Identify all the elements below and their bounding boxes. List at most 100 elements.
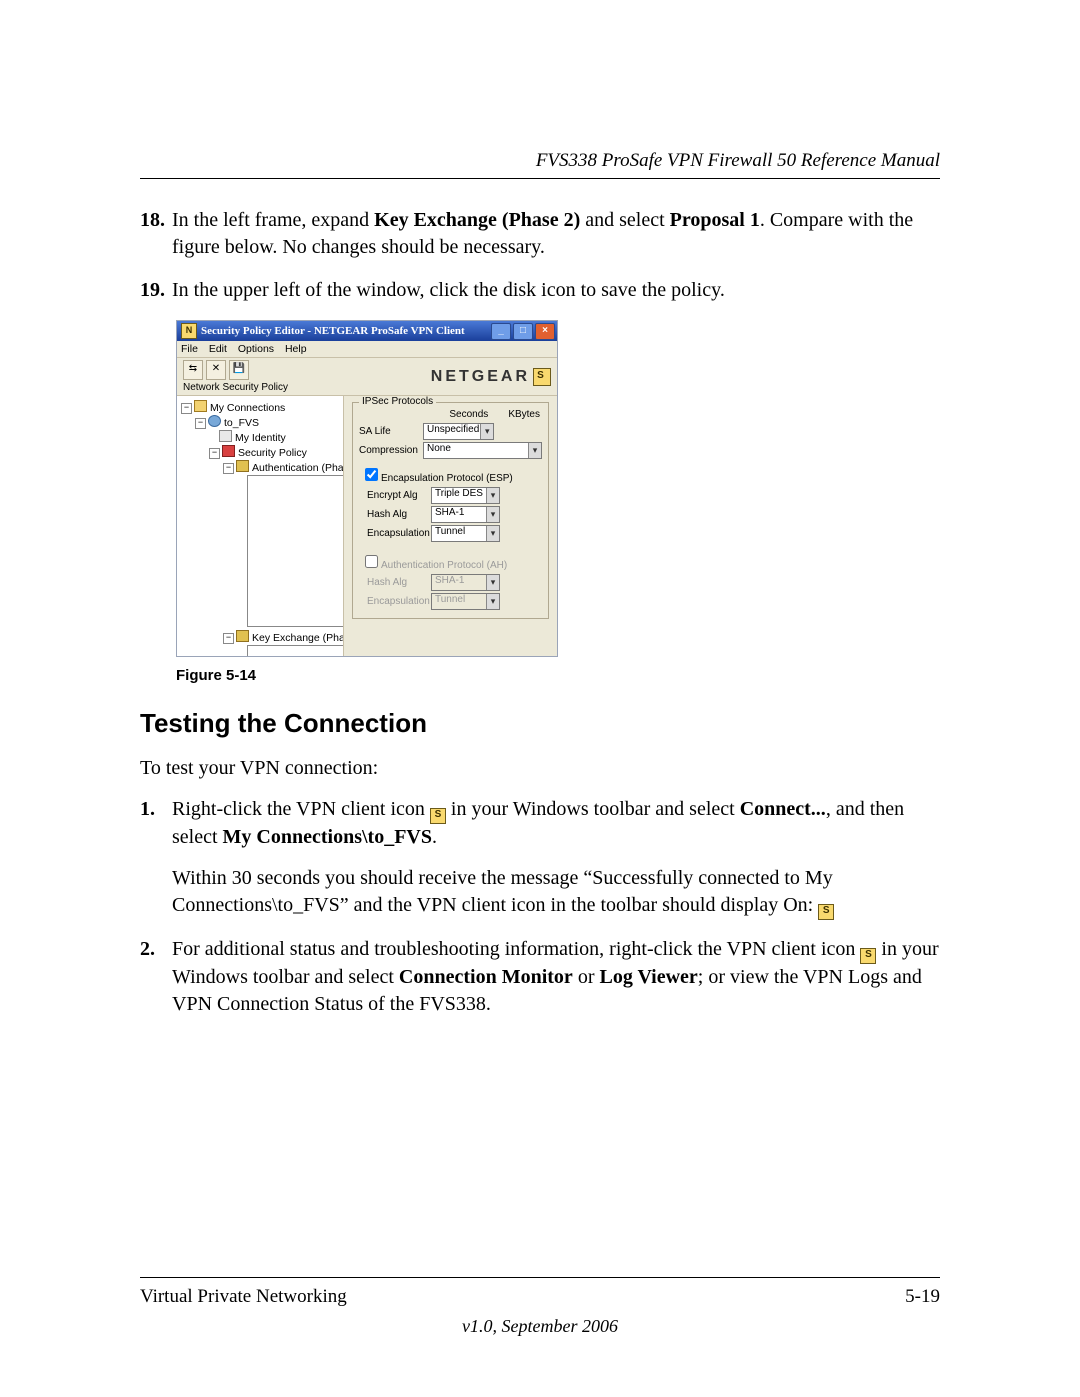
esp-check-label: Encapsulation Protocol (ESP) <box>381 473 513 484</box>
bold-text: Key Exchange (Phase 2) <box>374 209 580 231</box>
step-number: 2. <box>140 936 172 1018</box>
esp-checkbox[interactable] <box>365 468 378 481</box>
vpn-client-icon: S <box>430 808 446 824</box>
step-number: 18. <box>140 207 172 261</box>
toolbar-row: ⇆ ✕ 💾 Network Security Policy NETGEAR S <box>177 358 557 396</box>
footer-version: v1.0, September 2006 <box>140 1316 940 1337</box>
ah-hash-alg-label: Hash Alg <box>367 577 427 588</box>
vpn-client-icon: S <box>860 948 876 964</box>
text: Right-click the VPN client icon <box>172 798 430 820</box>
menubar: File Edit Options Help <box>177 341 557 358</box>
ah-encapsulation-select: Tunnel <box>431 593 500 610</box>
bold-text: Proposal 1 <box>670 209 760 231</box>
footer-chapter: Virtual Private Networking <box>140 1286 347 1308</box>
screenshot-window: N Security Policy Editor - NETGEAR ProSa… <box>176 320 558 657</box>
page-icon <box>247 645 344 656</box>
encrypt-alg-select[interactable]: Triple DES <box>431 487 500 504</box>
lock-icon <box>222 445 235 457</box>
handshake-icon <box>236 460 249 472</box>
ah-checkbox[interactable] <box>365 555 378 568</box>
app-icon: N <box>181 323 197 339</box>
toolbar-save-button[interactable]: 💾 <box>229 360 249 380</box>
section-heading: Testing the Connection <box>140 708 940 739</box>
tree-my-identity[interactable]: My Identity <box>235 432 286 444</box>
globe-icon <box>208 415 221 427</box>
expander-icon[interactable]: − <box>181 403 192 414</box>
text: in your Windows toolbar and select <box>446 798 740 820</box>
ah-hash-alg-select: SHA-1 <box>431 574 500 591</box>
bold-text: Connection Monitor <box>399 966 573 988</box>
compression-select[interactable]: None <box>423 442 542 459</box>
window-title: Security Policy Editor - NETGEAR ProSafe… <box>201 325 465 337</box>
ipsec-protocols-group: IPSec Protocols SecondsKBytes SA LifeUns… <box>352 402 549 619</box>
identity-icon <box>219 430 232 442</box>
text: Within 30 seconds you should receive the… <box>172 867 833 916</box>
step-body: In the left frame, expand Key Exchange (… <box>172 207 940 261</box>
window-titlebar: N Security Policy Editor - NETGEAR ProSa… <box>177 321 557 341</box>
brand-text: NETGEAR <box>431 368 530 386</box>
col-kbytes: KBytes <box>508 409 540 420</box>
step-number: 19. <box>140 277 172 304</box>
header-doc-title: FVS338 ProSafe VPN Firewall 50 Reference… <box>140 150 940 172</box>
encapsulation-select[interactable]: Tunnel <box>431 525 500 542</box>
step-19: 19. In the upper left of the window, cli… <box>140 277 940 304</box>
folder-icon <box>194 400 207 412</box>
step-18: 18. In the left frame, expand Key Exchan… <box>140 207 940 261</box>
menu-file[interactable]: File <box>181 343 198 355</box>
tree-view[interactable]: −My Connections −to_FVS My Identity −Sec… <box>177 396 344 656</box>
text: or <box>573 966 600 988</box>
text: and select <box>580 209 669 231</box>
tree-my-connections[interactable]: My Connections <box>210 402 285 414</box>
close-button[interactable]: × <box>535 323 555 340</box>
tree-to-fvs[interactable]: to_FVS <box>224 417 259 429</box>
text: For additional status and troubleshootin… <box>172 938 860 960</box>
minimize-button[interactable]: _ <box>491 323 511 340</box>
tree-security-policy[interactable]: Security Policy <box>238 447 307 459</box>
section-intro: To test your VPN connection: <box>140 757 940 780</box>
footer-page-number: 5-19 <box>905 1286 940 1308</box>
step-body: Right-click the VPN client icon S in you… <box>172 796 940 920</box>
page-icon <box>247 475 344 627</box>
bold-text: Connect... <box>740 798 826 820</box>
hash-alg-select[interactable]: SHA-1 <box>431 506 500 523</box>
expander-icon[interactable]: − <box>195 418 206 429</box>
expander-icon[interactable]: − <box>223 633 234 644</box>
bold-text: My Connections\to_FVS <box>223 826 432 848</box>
menu-options[interactable]: Options <box>238 343 274 355</box>
compression-label: Compression <box>359 445 419 456</box>
encapsulation-label: Encapsulation <box>367 528 427 539</box>
encrypt-alg-label: Encrypt Alg <box>367 490 427 501</box>
page-footer: Virtual Private Networking 5-19 v1.0, Se… <box>140 1277 940 1337</box>
brand-icon: S <box>533 368 551 386</box>
menu-help[interactable]: Help <box>285 343 307 355</box>
tree-key-exchange-phase-2[interactable]: Key Exchange (Phase 2) <box>252 632 344 644</box>
menu-edit[interactable]: Edit <box>209 343 227 355</box>
tree-auth-phase-1[interactable]: Authentication (Phase 1) <box>252 462 344 474</box>
footer-rule <box>140 1277 940 1278</box>
sa-life-select[interactable]: Unspecified <box>423 423 494 440</box>
header-rule <box>140 178 940 179</box>
test-step-1: 1. Right-click the VPN client icon S in … <box>140 796 940 920</box>
toolbar-delete-button[interactable]: ✕ <box>206 360 226 380</box>
test-step-2: 2. For additional status and troubleshoo… <box>140 936 940 1018</box>
nsp-label: Network Security Policy <box>183 380 288 393</box>
bold-text: Log Viewer <box>599 966 697 988</box>
brand-logo: NETGEAR S <box>431 368 551 386</box>
expander-icon[interactable]: − <box>223 463 234 474</box>
text: . <box>432 826 437 848</box>
key-icon <box>236 630 249 642</box>
step-number: 1. <box>140 796 172 920</box>
expander-icon[interactable]: − <box>209 448 220 459</box>
sa-life-label: SA Life <box>359 426 419 437</box>
vpn-client-on-icon: S <box>818 904 834 920</box>
toolbar-move-button[interactable]: ⇆ <box>183 360 203 380</box>
hash-alg-label: Hash Alg <box>367 509 427 520</box>
step-body: In the upper left of the window, click t… <box>172 277 940 304</box>
step-body: For additional status and troubleshootin… <box>172 936 940 1018</box>
properties-panel: IPSec Protocols Seconds KBytes SA Life Uns… <box>344 396 557 656</box>
text: In the left frame, expand <box>172 209 374 231</box>
group-title: IPSec Protocols <box>359 396 436 407</box>
maximize-button[interactable]: □ <box>513 323 533 340</box>
figure-caption: Figure 5-14 <box>176 667 940 684</box>
col-seconds: Seconds <box>449 409 488 420</box>
